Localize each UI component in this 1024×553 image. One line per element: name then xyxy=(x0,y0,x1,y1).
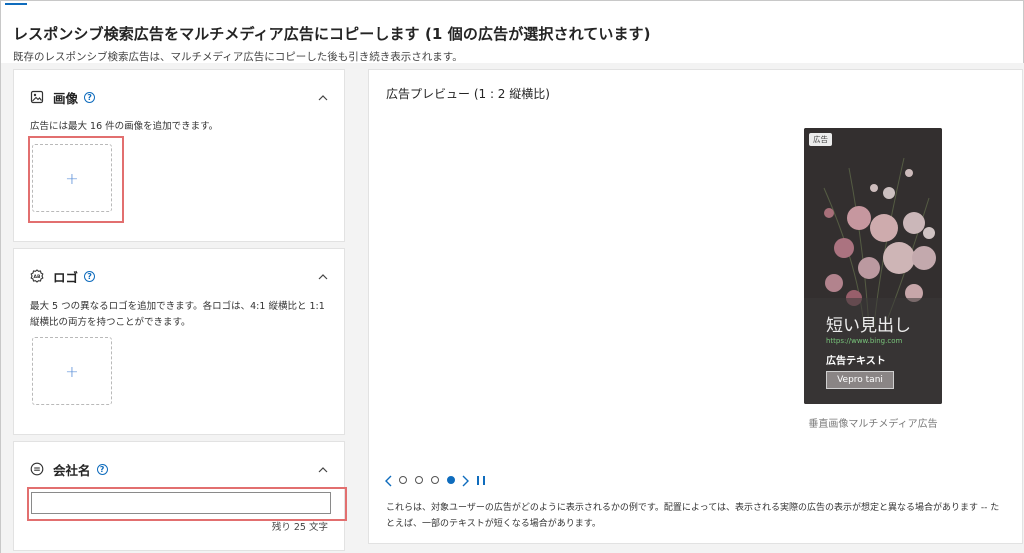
image-section-title: 画像 xyxy=(53,90,79,106)
logo-description-line-1: 最大 5 つの異なるロゴを追加できます。各ロゴは、4:1 縦横比と 1:1 xyxy=(30,301,325,312)
ad-preview-card: 広告 短い見出し https://www.bing.com 広告テキスト Vep… xyxy=(804,128,942,404)
image-section-header[interactable]: 画像 ? xyxy=(30,88,330,106)
page-title: レスポンシブ検索広告をマルチメディア広告にコピーします (1 個の広告が選択され… xyxy=(13,25,651,43)
image-section-description: 広告には最大 16 件の画像を追加できます。 xyxy=(30,121,219,132)
chevron-up-icon[interactable] xyxy=(316,90,330,104)
logo-description-line-2: 縦横比の両方を持つことができます。 xyxy=(30,317,191,328)
help-icon[interactable]: ? xyxy=(96,463,108,475)
page-subtitle: 既存のレスポンシブ検索広告は、マルチメディア広告にコピーした後も引き続き表示され… xyxy=(13,51,463,63)
carousel-dot[interactable] xyxy=(431,476,439,484)
ad-description: 広告テキスト xyxy=(826,356,886,367)
preview-disclaimer: これらは、対象ユーザーの広告がどのように表示されるかの例です。配置によっては、表… xyxy=(386,503,1000,529)
ad-headline: 短い見出し xyxy=(826,316,911,336)
logo-badge-icon: AB xyxy=(30,269,44,283)
ad-badge: 広告 xyxy=(809,133,832,146)
ad-display-url: https://www.bing.com xyxy=(826,337,903,345)
logo-section-card: AB ロゴ ? 最大 5 つの異なるロゴを追加できます。各ロゴは、4:1 縦横比… xyxy=(13,248,345,435)
logo-section-title: ロゴ xyxy=(53,269,79,285)
logo-section-description: 最大 5 つの異なるロゴを追加できます。各ロゴは、4:1 縦横比と 1:1 縦横… xyxy=(30,299,325,331)
ad-preview-panel: 広告プレビュー (1 : 2 縦横比) 広告 短い見出し https://www… xyxy=(368,69,1023,544)
image-add-highlight xyxy=(28,136,124,223)
company-icon xyxy=(30,462,44,476)
company-name-header[interactable]: 会社名 ? xyxy=(30,460,330,478)
svg-text:AB: AB xyxy=(34,274,41,280)
help-icon[interactable]: ? xyxy=(84,91,96,103)
active-tab-indicator xyxy=(5,3,27,5)
company-name-card: 会社名 ? 残り 25 文字 xyxy=(13,441,347,551)
company-name-title: 会社名 xyxy=(53,462,91,478)
preview-carousel xyxy=(383,472,485,488)
carousel-dot[interactable] xyxy=(415,476,423,484)
chevron-left-icon[interactable] xyxy=(383,473,395,487)
chevron-up-icon[interactable] xyxy=(316,462,330,476)
company-input-highlight xyxy=(27,487,347,521)
image-icon xyxy=(30,90,44,104)
chevron-up-icon[interactable] xyxy=(316,269,330,283)
help-icon[interactable]: ? xyxy=(84,270,96,282)
logo-section-header[interactable]: AB ロゴ ? xyxy=(30,267,330,285)
plus-icon: + xyxy=(65,361,79,381)
character-counter: 残り 25 文字 xyxy=(271,522,328,533)
image-section-card: 画像 ? 広告には最大 16 件の画像を追加できます。 + xyxy=(13,69,345,242)
ad-cta-button[interactable]: Vepro tani xyxy=(826,371,894,389)
page-header: レスポンシブ検索広告をマルチメディア広告にコピーします (1 個の広告が選択され… xyxy=(13,23,1011,64)
preview-title: 広告プレビュー (1 : 2 縦横比) xyxy=(386,87,550,101)
carousel-dot[interactable] xyxy=(399,476,407,484)
ad-format-caption: 垂直画像マルチメディア広告 xyxy=(808,419,938,430)
add-logo-button[interactable]: + xyxy=(32,337,112,405)
chevron-right-icon[interactable] xyxy=(459,473,471,487)
pause-icon[interactable] xyxy=(477,475,485,485)
carousel-dot-active[interactable] xyxy=(447,476,455,484)
